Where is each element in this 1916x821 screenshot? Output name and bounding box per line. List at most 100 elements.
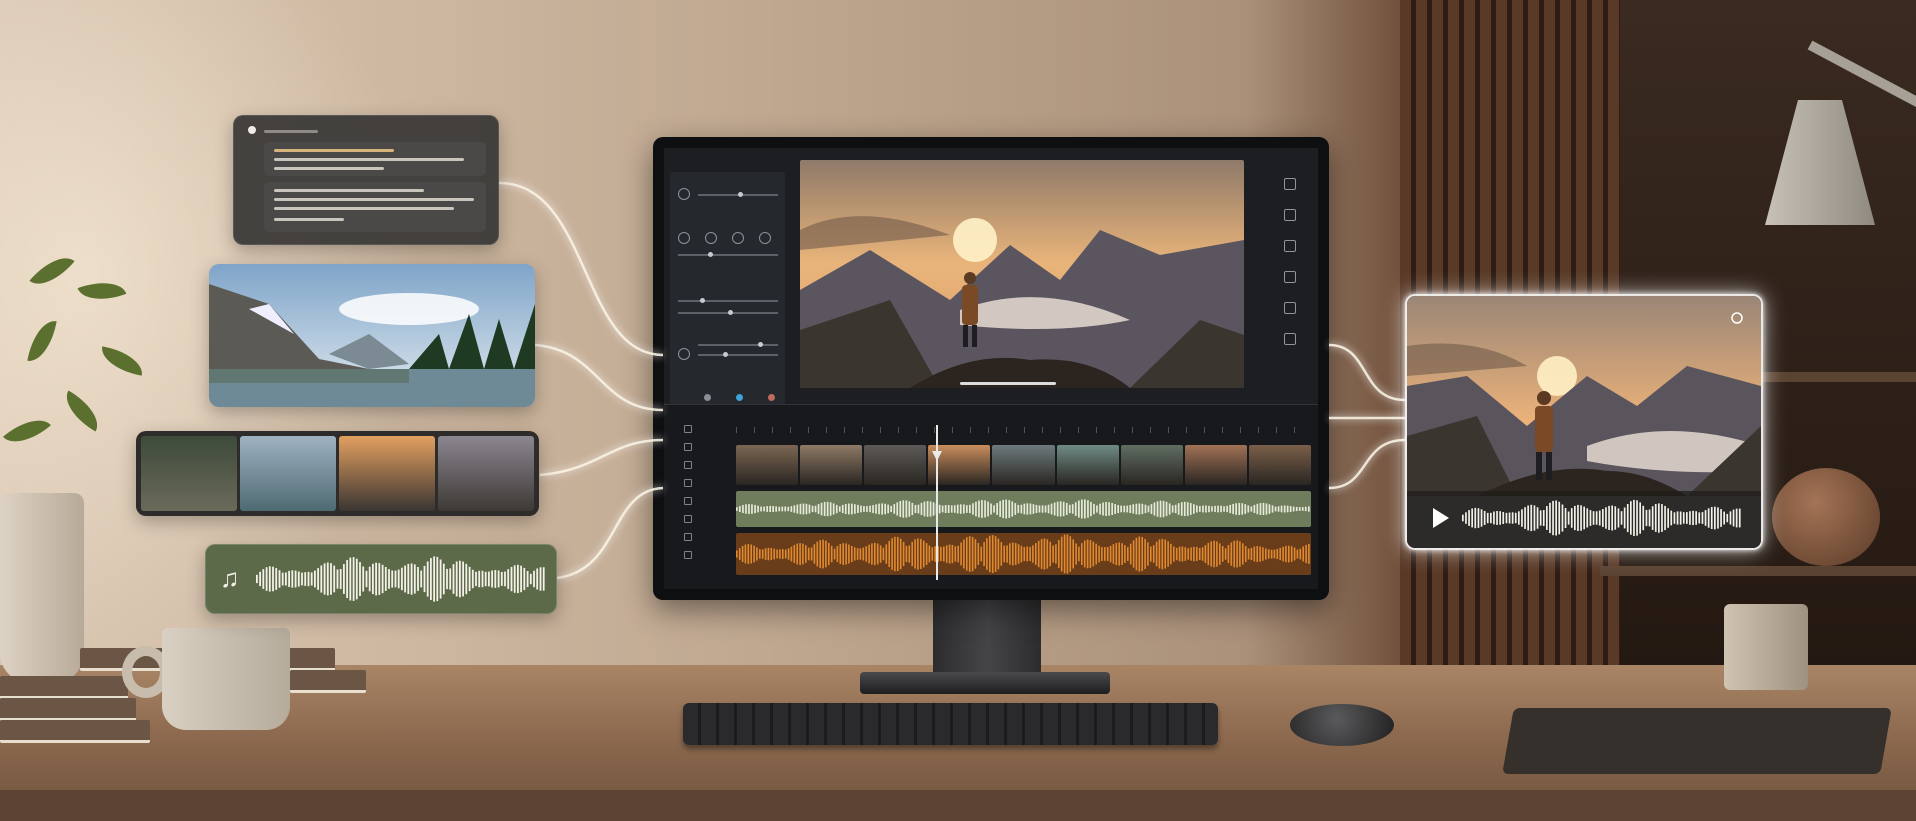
video-track[interactable] — [736, 445, 1311, 485]
dial-icon[interactable] — [678, 232, 690, 244]
waveform-bar — [1242, 543, 1244, 565]
dial-icon[interactable] — [678, 348, 690, 360]
waveform-bar — [941, 505, 944, 513]
waveform-bar — [1514, 512, 1517, 524]
waveform-bar — [978, 500, 980, 518]
waveform-bar — [523, 567, 526, 591]
track-lock-icon[interactable] — [684, 497, 692, 505]
waveform-bar — [1296, 549, 1299, 559]
waveform-bar — [533, 570, 535, 588]
video-clip[interactable] — [1056, 445, 1119, 485]
waveform-bar — [1138, 536, 1141, 572]
waveform-bar — [497, 570, 500, 588]
record-dot[interactable] — [768, 394, 775, 401]
waveform-bar — [330, 563, 332, 595]
slider[interactable] — [678, 298, 778, 303]
footage-thumbnail[interactable] — [339, 436, 435, 511]
track-mute-icon[interactable] — [684, 551, 692, 559]
waveform-bar — [401, 567, 403, 591]
footage-thumbnail[interactable] — [438, 436, 534, 511]
waveform-bar — [1285, 545, 1287, 563]
camera-icon[interactable] — [1284, 271, 1296, 283]
audio-track-2[interactable] — [736, 533, 1311, 575]
waveform-bar — [288, 570, 290, 587]
dial-icon[interactable] — [732, 232, 744, 244]
waveform-bar — [1247, 505, 1250, 513]
playhead[interactable] — [936, 425, 938, 580]
track-mute-icon[interactable] — [684, 479, 692, 487]
slider[interactable] — [698, 342, 778, 347]
slider[interactable] — [698, 352, 778, 357]
waveform-bar — [1508, 512, 1511, 524]
footage-thumbnail[interactable] — [141, 436, 237, 511]
waveform-bar — [1288, 545, 1290, 563]
waveform-bar — [1714, 506, 1716, 530]
accent-dot[interactable] — [736, 394, 743, 401]
landscape-image-card[interactable] — [209, 264, 535, 407]
control-dot[interactable] — [704, 394, 711, 401]
waveform-bar — [1265, 503, 1268, 515]
track-lock-icon[interactable] — [684, 533, 692, 541]
waveform-bar — [954, 546, 957, 562]
waveform-bar — [1282, 546, 1284, 562]
waveform-bar — [931, 547, 934, 561]
waveform-bar — [1161, 538, 1164, 570]
track-lock-icon[interactable] — [684, 461, 692, 469]
waveform-bar — [1552, 500, 1554, 536]
waveform-bar — [1502, 512, 1505, 524]
dial-icon[interactable] — [759, 232, 771, 244]
waveform-bar — [1682, 512, 1685, 524]
video-clip[interactable] — [992, 445, 1055, 485]
play-icon[interactable] — [1433, 508, 1449, 528]
output-preview-card[interactable] — [1405, 294, 1763, 550]
waveform-bar — [1002, 499, 1004, 519]
footage-strip-card[interactable] — [136, 431, 539, 516]
waveform-bar — [1020, 504, 1023, 514]
video-clip[interactable] — [1184, 445, 1247, 485]
waveform-bar — [1720, 509, 1722, 527]
video-clip[interactable] — [864, 445, 927, 485]
dial-icon[interactable] — [678, 188, 690, 200]
waveform-bar — [1101, 547, 1103, 561]
waveform-bar — [805, 503, 808, 515]
waveform-bar — [810, 547, 813, 561]
track-lock-icon[interactable] — [684, 425, 692, 433]
script-text-card[interactable] — [233, 115, 499, 245]
waveform-bar — [413, 564, 416, 594]
footage-thumbnail[interactable] — [240, 436, 336, 511]
video-clip[interactable] — [1248, 445, 1311, 485]
track-controls — [684, 425, 714, 575]
waveform-bar — [866, 506, 868, 512]
mask-icon[interactable] — [1284, 240, 1296, 252]
video-preview[interactable] — [800, 160, 1244, 388]
waveform-bar — [1250, 506, 1253, 512]
waveform-bar — [1592, 511, 1595, 525]
waveform-bar — [304, 572, 307, 586]
slider[interactable] — [678, 252, 778, 257]
waveform-bar — [1196, 505, 1198, 513]
waveform-bar — [1735, 508, 1738, 528]
track-eye-icon[interactable] — [684, 443, 692, 451]
export-icon[interactable] — [1284, 333, 1296, 345]
video-clip[interactable] — [1120, 445, 1183, 485]
keyboard[interactable] — [683, 703, 1218, 745]
waveform-bar — [796, 504, 799, 514]
video-clip[interactable] — [736, 445, 799, 485]
waveform-bar — [281, 572, 284, 586]
track-mute-icon[interactable] — [684, 515, 692, 523]
transform-icon[interactable] — [1284, 209, 1296, 221]
crop-icon[interactable] — [1284, 178, 1296, 190]
waveform-bar — [1567, 511, 1570, 525]
timeline-ruler[interactable] — [736, 427, 1311, 433]
slider[interactable] — [698, 192, 778, 197]
waveform-bar — [888, 540, 890, 567]
mouse[interactable] — [1290, 704, 1394, 746]
audio-card[interactable]: ♫ — [205, 544, 557, 614]
slider[interactable] — [678, 310, 778, 315]
dial-icon[interactable] — [705, 232, 717, 244]
video-clip[interactable] — [800, 445, 863, 485]
text-icon[interactable] — [1284, 302, 1296, 314]
waveform-bar — [999, 501, 1001, 517]
audio-track-1[interactable] — [736, 491, 1311, 527]
waveform-bar — [1589, 510, 1592, 526]
